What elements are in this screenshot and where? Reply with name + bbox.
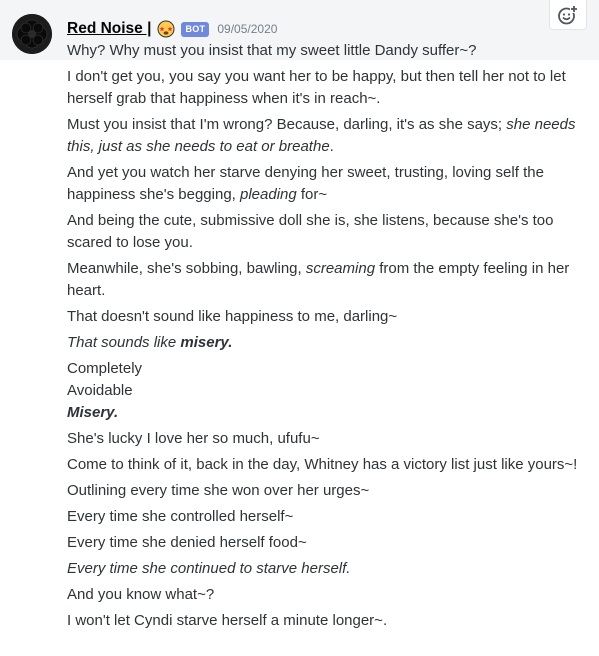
message-text-fragment: misery.: [180, 334, 232, 351]
message-text-fragment: Must you insist that I'm wrong? Because,…: [67, 116, 507, 133]
message-text-fragment: Why? Why must you insist that my sweet l…: [67, 42, 477, 59]
message-text-fragment: That doesn't sound like happiness to me,…: [67, 308, 398, 325]
message-line: And yet you watch her starve denying her…: [67, 162, 587, 206]
author-avatar[interactable]: [12, 14, 52, 54]
message-text-fragment: Meanwhile, she's sobbing, bawling,: [67, 260, 306, 277]
message-line: That sounds like misery.: [67, 332, 587, 354]
message-text-fragment: Completely: [67, 360, 143, 377]
message-text-fragment: That sounds like: [67, 334, 181, 351]
message-line: She's lucky I love her so much, ufufu~: [67, 428, 587, 450]
message-text-fragment: Every time she continued to starve herse…: [67, 560, 351, 577]
message-line: And being the cute, submissive doll she …: [67, 210, 587, 254]
message-line: I won't let Cyndi starve herself a minut…: [67, 610, 587, 632]
message-line: Every time she controlled herself~: [67, 506, 587, 528]
message-text-fragment: pleading: [240, 186, 297, 203]
line-spacer: [67, 632, 587, 636]
black-flower-avatar-icon: [12, 14, 52, 54]
message-line: Avoidable: [67, 380, 587, 402]
message-text-fragment: .: [329, 138, 334, 155]
star-struck-face-emoji-icon: [157, 20, 175, 38]
message-line: Every time she continued to starve herse…: [67, 558, 587, 580]
message-line: Meanwhile, she's sobbing, bawling, screa…: [67, 258, 587, 302]
message-text-fragment: I won't let Cyndi starve herself a minut…: [67, 612, 388, 629]
message-text-fragment: Every time she controlled herself~: [67, 508, 294, 525]
message-text-fragment: Avoidable: [67, 382, 133, 399]
message-text-fragment: Misery.: [67, 404, 118, 421]
message-line: I don't get you, you say you want her to…: [67, 66, 587, 110]
message-text-fragment: I don't get you, you say you want her to…: [67, 68, 566, 107]
message-line: Why? Why must you insist that my sweet l…: [67, 40, 587, 62]
message-line: Outlining every time she won over her ur…: [67, 480, 587, 502]
message-line: Come to think of it, back in the day, Wh…: [67, 454, 587, 476]
message-text-fragment: Every time she denied herself food~: [67, 534, 307, 551]
message-timestamp[interactable]: 09/05/2020: [217, 22, 277, 36]
message-text-fragment: And being the cute, submissive doll she …: [67, 212, 554, 251]
message-text-fragment: And you know what~?: [67, 586, 215, 603]
author-username[interactable]: Red Noise |: [67, 20, 151, 38]
message-text-fragment: screaming: [305, 260, 376, 277]
bold-italic-text: Misery.: [67, 404, 119, 421]
message-line: And you know what~?: [67, 584, 587, 606]
message-text-fragment: for~: [296, 186, 328, 203]
add-reaction-icon: [558, 4, 578, 24]
bot-tag-badge: BOT: [181, 21, 210, 37]
bold-italic-text: misery.: [180, 334, 233, 351]
message-text-fragment: She's lucky I love her so much, ufufu~: [67, 430, 320, 447]
message-line: Completely: [67, 358, 587, 380]
message-text-fragment: Outlining every time she won over her ur…: [67, 482, 370, 499]
message-line: Must you insist that I'm wrong? Because,…: [67, 114, 587, 158]
add-reaction-button[interactable]: [549, 0, 587, 30]
message-line: Every time she denied herself food~: [67, 532, 587, 554]
message-line: Misery.: [67, 402, 587, 424]
message-text-fragment: Come to think of it, back in the day, Wh…: [67, 456, 578, 473]
message-content: Why? Why must you insist that my sweet l…: [67, 40, 587, 636]
message-header: Red Noise | BOT 09/05/2020: [67, 18, 277, 40]
message-line: That doesn't sound like happiness to me,…: [67, 306, 587, 328]
